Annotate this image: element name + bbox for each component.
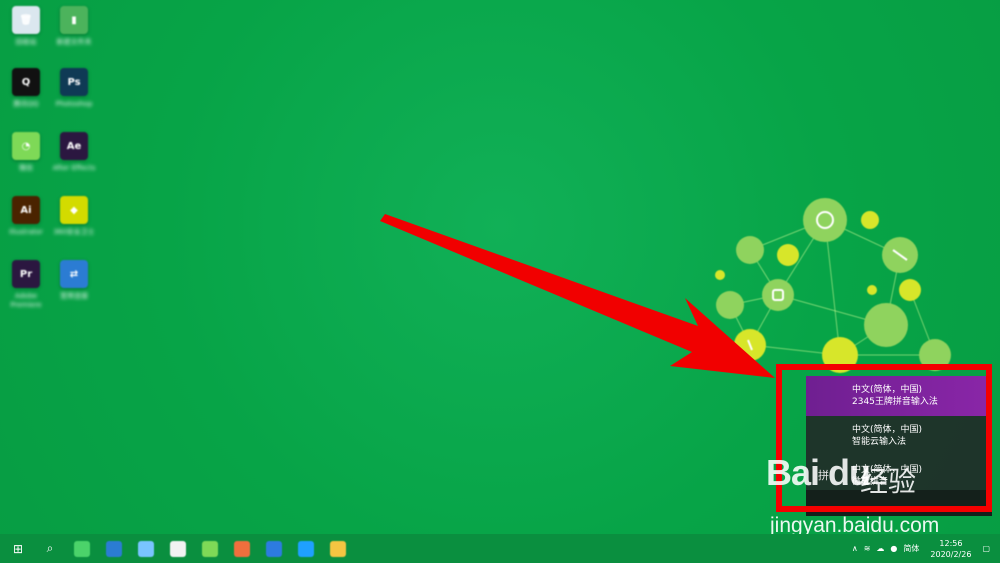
desktop-icon-network[interactable]: ⇄ 宽带连接 — [50, 260, 98, 310]
clock-time: 12:56 — [939, 538, 963, 548]
photoshop-icon — [266, 540, 282, 557]
taskbar-app-folder[interactable] — [324, 537, 352, 561]
search-icon: ⌕ — [46, 541, 54, 555]
search-button[interactable]: ⌕ — [36, 537, 64, 561]
desktop-icon-label: After Effects — [52, 164, 96, 172]
desktop-icon-folder[interactable]: ▮ 新建文件夹 — [50, 6, 98, 56]
desktop-icon-recycle-bin[interactable]: 🗑 回收站 — [2, 6, 50, 56]
desktop-icon-label: 360安全卫士 — [53, 228, 95, 236]
taskbar-app-explorer[interactable] — [292, 537, 320, 561]
apps-icon — [74, 540, 90, 557]
system-tray: ∧ ≋ ☁ ● 简体 12:56 2020/2/26 ▢ — [849, 534, 1000, 563]
premiere-icon: Pr — [12, 260, 40, 288]
taskbar-app-wechat[interactable] — [196, 537, 224, 561]
recycle-bin-icon: 🗑 — [12, 6, 40, 34]
chevron-up-icon[interactable]: ∧ — [852, 544, 858, 553]
desktop-icon-qq[interactable]: Q 腾讯QQ — [2, 68, 50, 118]
network-icon — [138, 540, 154, 557]
photo-icon — [234, 540, 250, 557]
desktop-icon-label: 新建文件夹 — [56, 38, 92, 46]
taskbar-app-apps[interactable] — [68, 537, 96, 561]
pinyin-icon: 拼 — [818, 469, 829, 482]
taskbar-app-photoshop[interactable] — [260, 537, 288, 561]
input-method-menu: 中文(简体，中国) 2345王牌拼音输入法 中文(简体，中国) 智能云输入法 拼… — [806, 376, 992, 516]
input-method-name: 微软拼音 — [852, 477, 889, 487]
input-method-language: 中文(简体，中国) — [852, 465, 923, 475]
windows-start-icon: ⊞ — [12, 541, 24, 556]
ime-indicator[interactable]: 简体 — [903, 543, 919, 554]
start-button[interactable]: ⊞ — [4, 537, 32, 561]
wechat-icon: ◔ — [12, 132, 40, 160]
photoshop-icon: Ps — [60, 68, 88, 96]
qq-tray-icon[interactable]: ● — [890, 544, 897, 553]
clock[interactable]: 12:56 2020/2/26 — [930, 538, 971, 560]
desktop-icon-photoshop[interactable]: Ps Photoshop — [50, 68, 98, 118]
after-effects-icon: Ae — [60, 132, 88, 160]
taskbar-app-mail[interactable] — [164, 537, 192, 561]
input-method-name: 2345王牌拼音输入法 — [852, 397, 938, 407]
notification-icon[interactable]: ▢ — [982, 544, 990, 553]
input-method-item[interactable]: 中文(简体，中国) 2345王牌拼音输入法 — [806, 376, 992, 416]
desktop-icon-label: 腾讯QQ — [13, 100, 39, 108]
taskbar-app-photo[interactable] — [228, 537, 256, 561]
menu-footer — [806, 490, 992, 516]
wifi-icon[interactable]: ≋ — [864, 544, 871, 553]
taskbar-app-edge[interactable] — [100, 537, 128, 561]
taskbar-app-network[interactable] — [132, 537, 160, 561]
desktop-icon-after-effects[interactable]: Ae After Effects — [50, 132, 98, 182]
desktop-icon-label: Photoshop — [55, 100, 93, 108]
desktop-icon-premiere[interactable]: Pr Adobe Premiere — [2, 260, 50, 310]
explorer-icon — [298, 540, 314, 557]
folder-icon: ▮ — [60, 6, 88, 34]
edge-icon — [106, 540, 122, 557]
input-method-item[interactable]: 中文(简体，中国) 智能云输入法 — [806, 416, 992, 456]
desktop-icon-illustrator[interactable]: Ai Illustrator — [2, 196, 50, 246]
desktop-icon-label: 回收站 — [15, 38, 37, 46]
input-method-language: 中文(简体，中国) — [852, 385, 923, 395]
desktop-icon-label: 微信 — [19, 164, 33, 172]
input-method-name: 智能云输入法 — [852, 437, 907, 447]
illustrator-icon: Ai — [12, 196, 40, 224]
qq-icon: Q — [12, 68, 40, 96]
security-icon: ◆ — [60, 196, 88, 224]
folder-icon — [330, 540, 346, 557]
mail-icon — [170, 540, 186, 557]
desktop-icon-label: Adobe Premiere — [10, 292, 42, 309]
clock-date: 2020/2/26 — [930, 549, 972, 559]
wechat-icon — [202, 540, 218, 557]
desktop-icon-security[interactable]: ◆ 360安全卫士 — [50, 196, 98, 246]
desktop-icon-wechat[interactable]: ◔ 微信 — [2, 132, 50, 182]
input-method-language: 中文(简体，中国) — [852, 425, 923, 435]
desktop-icon-label: Illustrator — [9, 228, 43, 236]
network-icon: ⇄ — [60, 260, 88, 288]
desktop-icon-label: 宽带连接 — [60, 292, 88, 300]
cloud-icon[interactable]: ☁ — [876, 544, 884, 553]
taskbar: ⊞ ⌕ ∧ ≋ ☁ ● 简体 12:56 2020/2/26 ▢ — [0, 534, 1000, 563]
